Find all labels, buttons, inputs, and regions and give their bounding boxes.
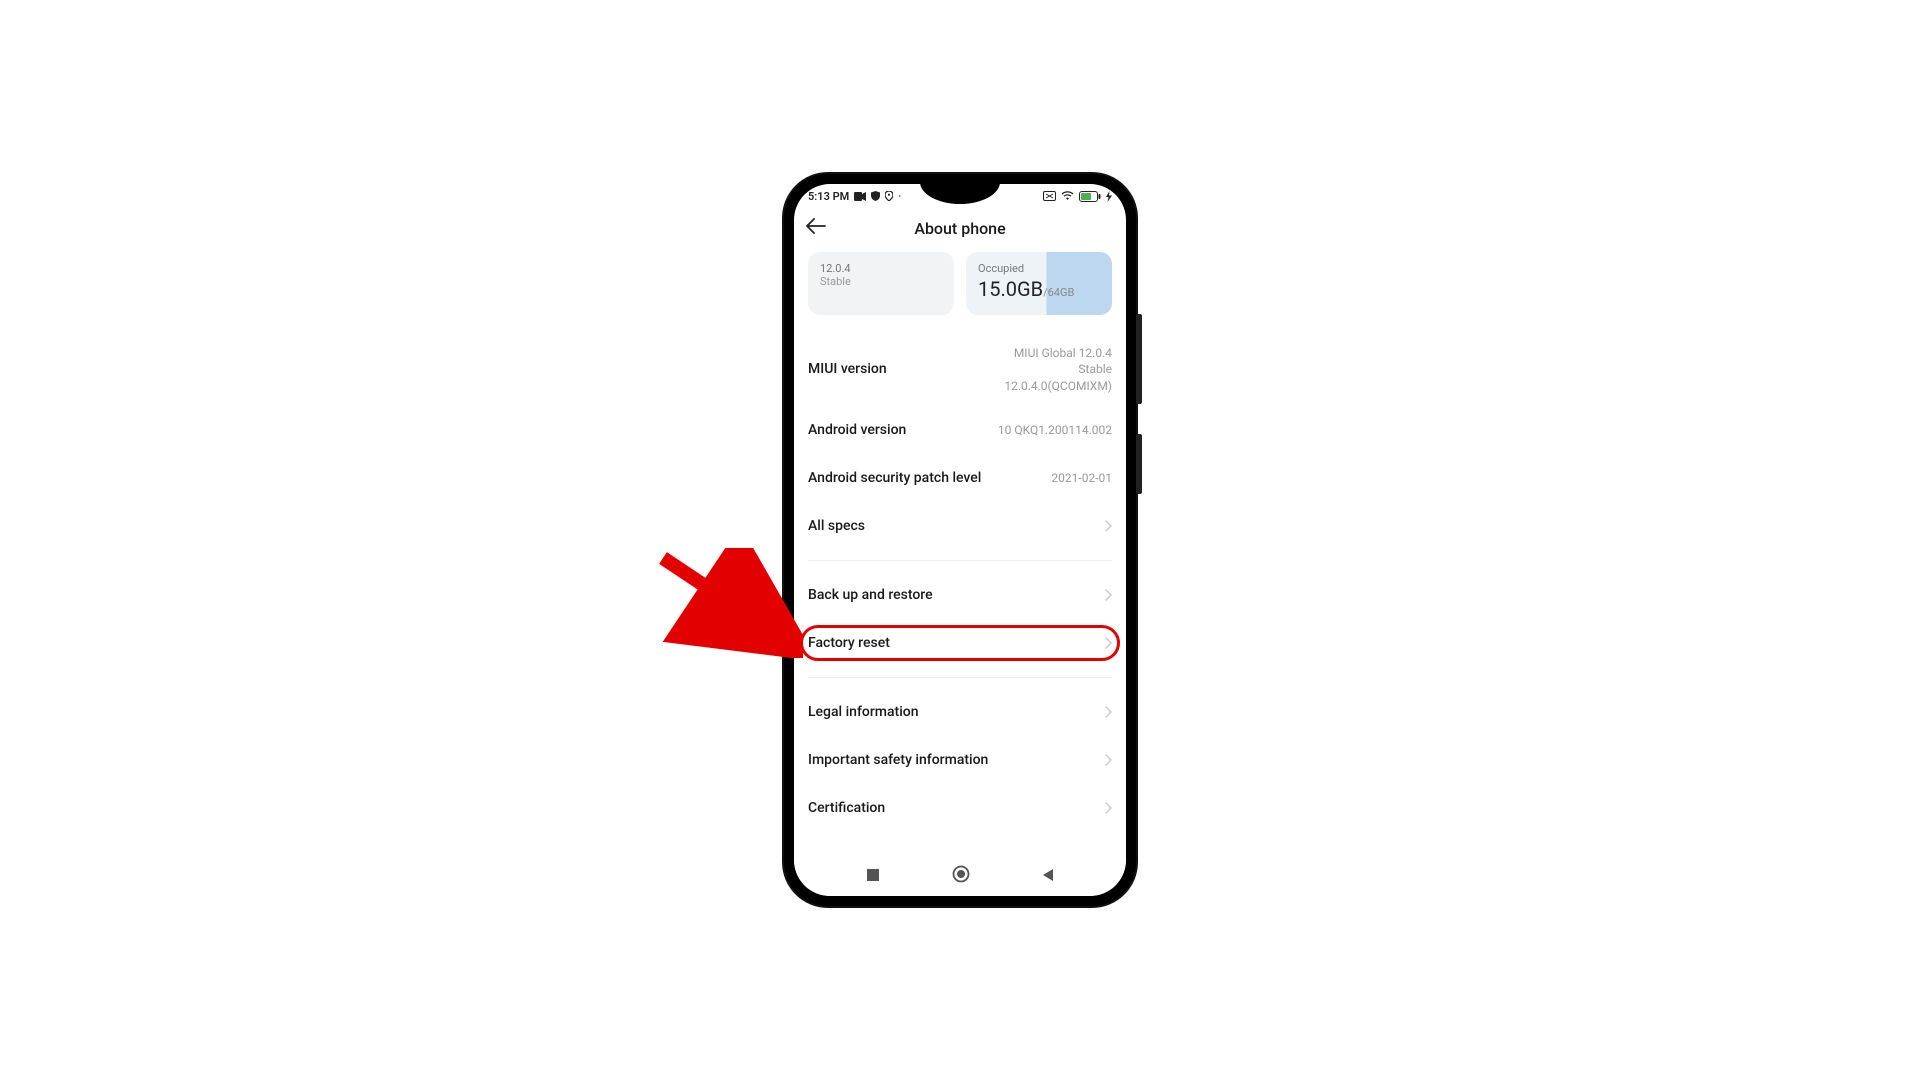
charging-icon (1106, 191, 1112, 202)
divider (808, 560, 1112, 561)
row-all-specs[interactable]: All specs (808, 502, 1112, 550)
row-label: All specs (808, 518, 865, 534)
row-certification[interactable]: Certification (808, 784, 1112, 832)
page-title: About phone (914, 219, 1005, 238)
row-label: Important safety information (808, 752, 988, 768)
row-label: Certification (808, 800, 885, 816)
row-legal-information[interactable]: Legal information (808, 688, 1112, 736)
chevron-right-icon (1104, 637, 1112, 649)
row-label: Back up and restore (808, 587, 933, 603)
back-button[interactable] (806, 218, 826, 238)
row-label: Android security patch level (808, 470, 981, 486)
square-icon (866, 868, 880, 882)
power-button (1136, 434, 1142, 494)
chevron-right-icon (1104, 706, 1112, 718)
nav-recent-button[interactable] (866, 867, 880, 886)
title-bar: About phone (794, 208, 1126, 248)
chevron-right-icon (1104, 802, 1112, 814)
nav-back-button[interactable] (1042, 867, 1054, 886)
chevron-right-icon (1104, 520, 1112, 532)
row-safety-information[interactable]: Important safety information (808, 736, 1112, 784)
info-cards: 12.0.4 Stable Occupied 15.0GB/64GB (808, 252, 1112, 315)
video-icon (854, 192, 866, 201)
version-card-line2: Stable (820, 275, 942, 288)
row-backup-restore[interactable]: Back up and restore (808, 571, 1112, 619)
content-area: 12.0.4 Stable Occupied 15.0GB/64GB MIUI … (794, 248, 1126, 856)
cast-icon (1043, 191, 1056, 201)
miui-value-3: 12.0.4.0(QCOMIXM) (1004, 378, 1112, 394)
row-factory-reset[interactable]: Factory reset (808, 619, 1112, 667)
triangle-left-icon (1042, 868, 1054, 882)
location-icon (885, 191, 893, 201)
phone-frame: 5:13 PM • About phone 12.0.4 (784, 174, 1136, 906)
divider (808, 677, 1112, 678)
phone-screen: 5:13 PM • About phone 12.0.4 (794, 184, 1126, 896)
navigation-bar (794, 856, 1126, 896)
row-security-patch[interactable]: Android security patch level 2021-02-01 (808, 454, 1112, 502)
status-dot: • (898, 192, 901, 201)
row-label: MIUI version (808, 361, 887, 377)
row-value: MIUI Global 12.0.4 Stable 12.0.4.0(QCOMI… (1004, 345, 1112, 394)
chevron-right-icon (1104, 754, 1112, 766)
nav-home-button[interactable] (952, 865, 970, 887)
shield-icon (871, 191, 880, 201)
storage-caption: Occupied (978, 262, 1100, 275)
volume-button (1136, 314, 1142, 404)
storage-used: 15.0GB (978, 277, 1043, 301)
battery-icon (1079, 191, 1101, 202)
miui-value-1: MIUI Global 12.0.4 (1004, 345, 1112, 361)
row-android-version[interactable]: Android version 10 QKQ1.200114.002 (808, 406, 1112, 454)
row-label: Factory reset (808, 635, 890, 651)
chevron-right-icon (1104, 589, 1112, 601)
version-card[interactable]: 12.0.4 Stable (808, 252, 954, 315)
storage-card[interactable]: Occupied 15.0GB/64GB (966, 252, 1112, 315)
row-label: Android version (808, 422, 906, 438)
arrow-left-icon (806, 218, 826, 234)
row-miui-version[interactable]: MIUI version MIUI Global 12.0.4 Stable 1… (808, 333, 1112, 406)
miui-value-2: Stable (1004, 361, 1112, 377)
annotation-arrow-icon (653, 548, 803, 658)
version-card-line1: 12.0.4 (820, 262, 942, 275)
wifi-icon (1061, 191, 1074, 201)
storage-value: 15.0GB/64GB (978, 277, 1100, 301)
circle-icon (952, 865, 970, 883)
storage-total: /64GB (1043, 286, 1074, 299)
row-value: 2021-02-01 (1051, 470, 1112, 486)
row-label: Legal information (808, 704, 919, 720)
row-value: 10 QKQ1.200114.002 (998, 422, 1112, 438)
status-time: 5:13 PM (808, 190, 849, 203)
